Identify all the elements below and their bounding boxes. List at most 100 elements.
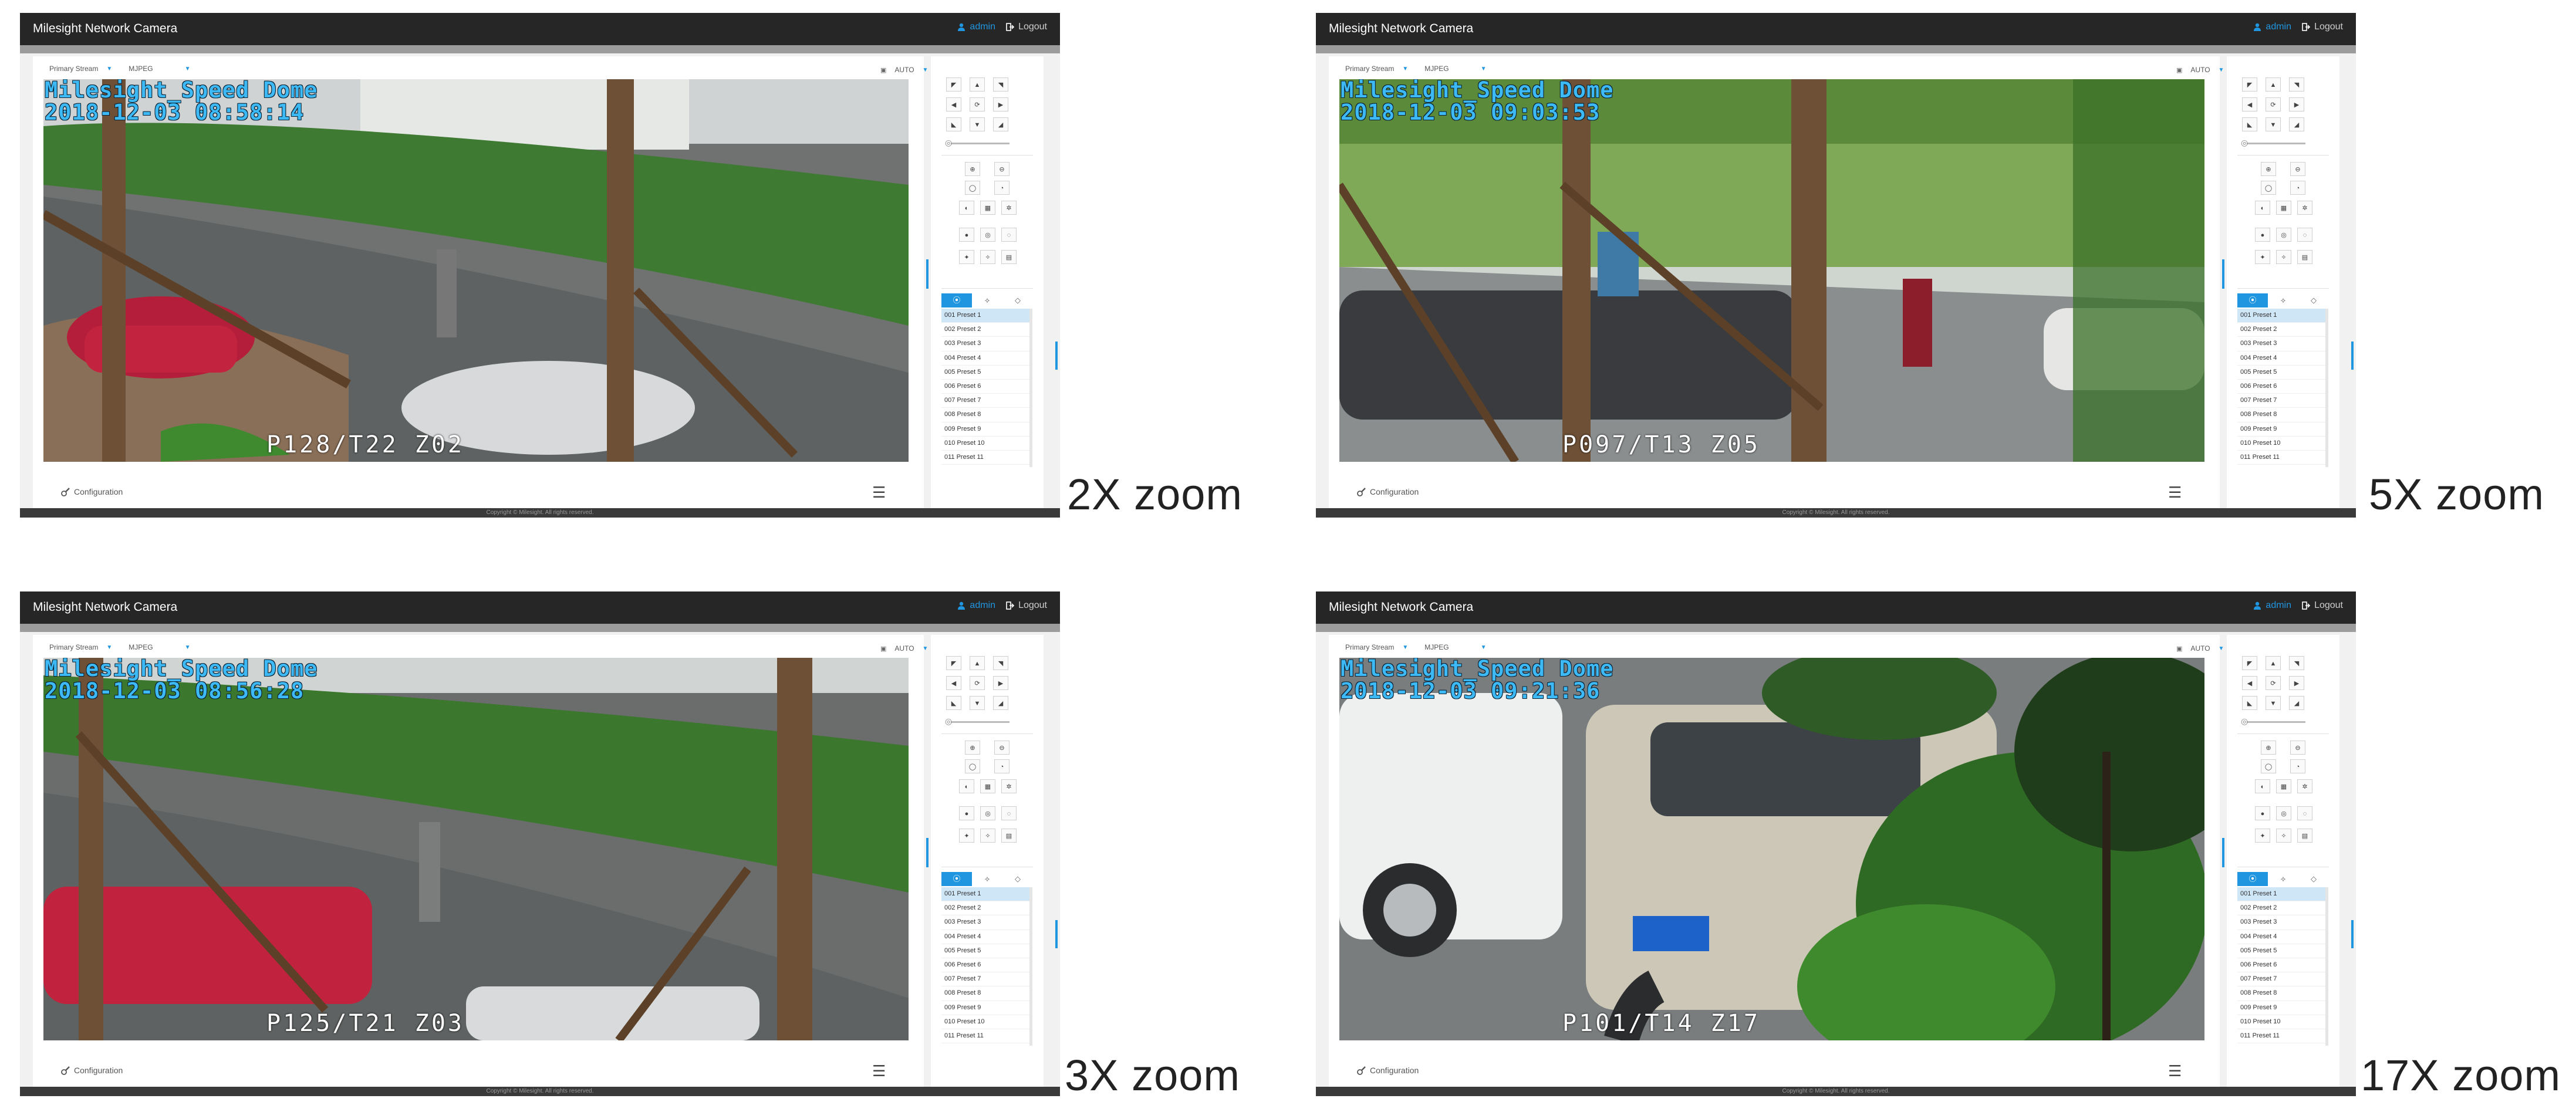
preset-item[interactable]: 007 Preset 7 bbox=[2237, 972, 2325, 987]
ptz-right-button[interactable]: ▶ bbox=[993, 676, 1008, 690]
logout-button[interactable]: Logout bbox=[2302, 600, 2343, 611]
zoom-speed-slider[interactable] bbox=[2247, 721, 2305, 723]
ptz-zoom-in-button[interactable]: ⊕ bbox=[965, 741, 980, 755]
codec-select[interactable]: MJPEG bbox=[1424, 643, 1449, 651]
ptz-up-right-button[interactable]: ◥ bbox=[2289, 77, 2304, 92]
chevron-down-icon[interactable]: ▼ bbox=[1402, 66, 1408, 72]
ptz-iris-open-button[interactable]: ◐ bbox=[959, 779, 974, 793]
video-stream[interactable]: Milesight_Speed Dome 2018-12-03 08:58:14… bbox=[43, 79, 909, 462]
preset-item[interactable]: 008 Preset 8 bbox=[941, 986, 1029, 1001]
ptz-follow-button[interactable]: ✧ bbox=[2276, 829, 2291, 843]
preset-item[interactable]: 012 Preset 12 bbox=[2237, 465, 2325, 467]
preset-item[interactable]: 009 Preset 9 bbox=[941, 1001, 1029, 1015]
ptz-light-button[interactable]: ✲ bbox=[1001, 779, 1017, 793]
ptz-3d-position-button[interactable]: ✦ bbox=[2255, 829, 2270, 843]
configuration-link[interactable]: Configuration bbox=[61, 487, 123, 496]
menu-icon[interactable]: ☰ bbox=[872, 1062, 886, 1080]
preset-item[interactable]: 005 Preset 5 bbox=[2237, 944, 2325, 958]
ptz-aux-button[interactable]: ▤ bbox=[2297, 829, 2312, 843]
preset-item[interactable]: 005 Preset 5 bbox=[2237, 366, 2325, 380]
ptz-follow-button[interactable]: ✧ bbox=[2276, 250, 2291, 264]
preset-item[interactable]: 006 Preset 6 bbox=[941, 380, 1029, 394]
ptz-right-button[interactable]: ▶ bbox=[2289, 97, 2304, 111]
speed-icon[interactable]: ◎ bbox=[2241, 138, 2248, 148]
preset-item[interactable]: 004 Preset 4 bbox=[941, 930, 1029, 944]
preset-item[interactable]: 003 Preset 3 bbox=[2237, 915, 2325, 930]
ptz-up-left-button[interactable]: ◤ bbox=[946, 656, 961, 670]
preset-item[interactable]: 006 Preset 6 bbox=[941, 958, 1029, 973]
tab-pattern[interactable]: ◇ bbox=[1002, 293, 1033, 307]
ptz-zoom-out-button[interactable]: ⊖ bbox=[2290, 741, 2305, 755]
ptz-down-left-button[interactable]: ◣ bbox=[2242, 117, 2257, 131]
ptz-aux-button[interactable]: ▤ bbox=[2297, 250, 2312, 264]
preset-scrollbar[interactable] bbox=[2325, 309, 2328, 467]
tab-pattern[interactable]: ◇ bbox=[2298, 872, 2329, 886]
tab-pattern[interactable]: ◇ bbox=[1002, 872, 1033, 886]
preset-item[interactable]: 006 Preset 6 bbox=[2237, 958, 2325, 973]
speed-icon[interactable]: ◎ bbox=[2241, 716, 2248, 726]
ptz-zoom-in-button[interactable]: ⊕ bbox=[2261, 162, 2276, 176]
ptz-focus-far-button[interactable]: ◔ bbox=[994, 759, 1010, 773]
preset-item[interactable]: 002 Preset 2 bbox=[941, 901, 1029, 916]
codec-select[interactable]: MJPEG bbox=[129, 643, 153, 651]
ptz-zoom-out-button[interactable]: ⊖ bbox=[2290, 162, 2305, 176]
ptz-wiper-button[interactable]: ▦ bbox=[2276, 779, 2291, 793]
preset-item[interactable]: 004 Preset 4 bbox=[2237, 351, 2325, 366]
ptz-auto-pan-button[interactable]: ⟳ bbox=[970, 97, 985, 111]
side-scroll-indicator[interactable] bbox=[1055, 342, 1058, 370]
ptz-down-button[interactable]: ▼ bbox=[970, 696, 985, 710]
tab-patrol[interactable]: ⟡ bbox=[972, 293, 1002, 307]
ptz-iris-open-button[interactable]: ◐ bbox=[2255, 201, 2270, 215]
ptz-right-button[interactable]: ▶ bbox=[993, 97, 1008, 111]
configuration-link[interactable]: Configuration bbox=[61, 1066, 123, 1075]
preset-item[interactable]: 003 Preset 3 bbox=[2237, 337, 2325, 351]
preset-item[interactable]: 007 Preset 7 bbox=[941, 972, 1029, 987]
ptz-up-left-button[interactable]: ◤ bbox=[2242, 77, 2257, 92]
preset-item[interactable]: 005 Preset 5 bbox=[941, 944, 1029, 958]
preset-item[interactable]: 011 Preset 11 bbox=[2237, 1029, 2325, 1044]
video-stream[interactable]: Milesight_Speed Dome 2018-12-03 09:03:53… bbox=[1339, 79, 2204, 462]
side-scroll-indicator[interactable] bbox=[1055, 920, 1058, 948]
ptz-focus-near-button[interactable]: ◯ bbox=[965, 759, 980, 773]
ptz-audio-button[interactable]: ◌ bbox=[2297, 228, 2312, 242]
ptz-down-right-button[interactable]: ◢ bbox=[2289, 696, 2304, 710]
ptz-zoom-out-button[interactable]: ⊖ bbox=[994, 741, 1010, 755]
ptz-down-left-button[interactable]: ◣ bbox=[2242, 696, 2257, 710]
ptz-down-left-button[interactable]: ◣ bbox=[946, 696, 961, 710]
zoom-speed-slider[interactable] bbox=[951, 143, 1010, 144]
stream-type-select[interactable]: Primary Stream bbox=[1345, 65, 1394, 73]
preset-item[interactable]: 012 Preset 12 bbox=[941, 1043, 1029, 1046]
ptz-snapshot-button[interactable]: ◎ bbox=[980, 806, 995, 820]
chevron-down-icon[interactable]: ▼ bbox=[1402, 644, 1408, 651]
ptz-down-button[interactable]: ▼ bbox=[970, 117, 985, 131]
speed-icon[interactable]: ◎ bbox=[945, 138, 952, 148]
ptz-3d-position-button[interactable]: ✦ bbox=[2255, 250, 2270, 264]
configuration-link[interactable]: Configuration bbox=[1357, 487, 1419, 496]
ptz-record-button[interactable]: ● bbox=[959, 806, 974, 820]
preset-item[interactable]: 007 Preset 7 bbox=[2237, 394, 2325, 408]
ptz-up-button[interactable]: ▲ bbox=[970, 656, 985, 670]
ptz-record-button[interactable]: ● bbox=[2255, 806, 2270, 820]
preset-item[interactable]: 002 Preset 2 bbox=[2237, 323, 2325, 337]
ptz-wiper-button[interactable]: ▦ bbox=[980, 201, 995, 215]
ptz-snapshot-button[interactable]: ◎ bbox=[2276, 806, 2291, 820]
menu-icon[interactable]: ☰ bbox=[2168, 1062, 2182, 1080]
auto-mode-select[interactable]: ▣ AUTO ▼ bbox=[880, 63, 928, 76]
stream-type-select[interactable]: Primary Stream bbox=[49, 65, 98, 73]
ptz-up-left-button[interactable]: ◤ bbox=[2242, 656, 2257, 670]
ptz-auto-pan-button[interactable]: ⟳ bbox=[970, 676, 985, 690]
logout-button[interactable]: Logout bbox=[1006, 22, 1047, 32]
tab-patrol[interactable]: ⟡ bbox=[2268, 293, 2298, 307]
preset-item[interactable]: 008 Preset 8 bbox=[2237, 986, 2325, 1001]
preset-item[interactable]: 006 Preset 6 bbox=[2237, 380, 2325, 394]
preset-item[interactable]: 007 Preset 7 bbox=[941, 394, 1029, 408]
tab-presets[interactable]: ⦿ bbox=[2237, 293, 2268, 307]
chevron-down-icon[interactable]: ▼ bbox=[1481, 66, 1487, 72]
side-scroll-indicator[interactable] bbox=[2351, 342, 2354, 370]
stream-type-select[interactable]: Primary Stream bbox=[49, 643, 98, 651]
user-menu[interactable]: admin bbox=[957, 600, 995, 611]
ptz-focus-near-button[interactable]: ◯ bbox=[2261, 759, 2276, 773]
side-scroll-indicator[interactable] bbox=[2351, 920, 2354, 948]
preset-item[interactable]: 012 Preset 12 bbox=[2237, 1043, 2325, 1046]
speed-icon[interactable]: ◎ bbox=[945, 716, 952, 726]
